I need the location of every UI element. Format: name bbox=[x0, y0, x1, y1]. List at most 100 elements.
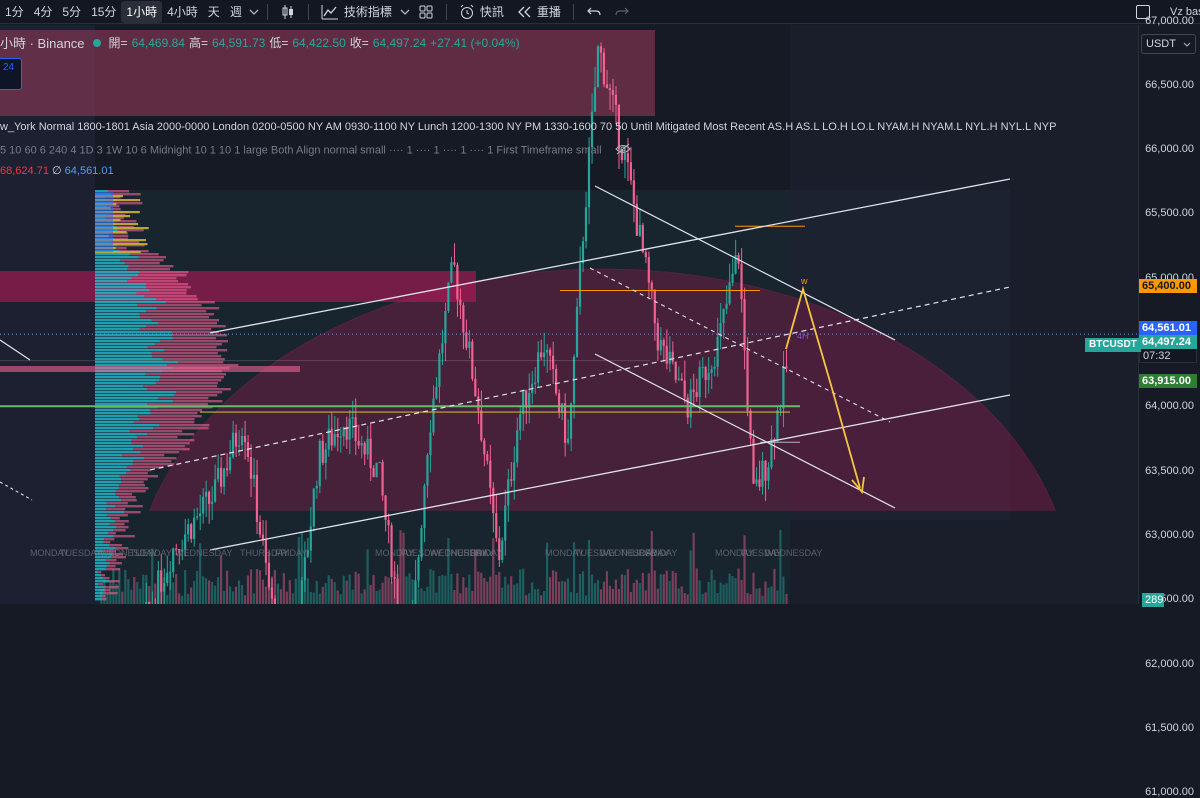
timeframe-1h[interactable]: 1小時 bbox=[121, 0, 163, 23]
symbol-title[interactable]: 小時 · Binance bbox=[0, 33, 85, 52]
volume-bar bbox=[300, 532, 303, 604]
candle-body bbox=[231, 432, 235, 458]
volume-profile-bar bbox=[95, 544, 110, 547]
volume-profile-bar bbox=[95, 439, 132, 442]
candle-body bbox=[674, 361, 677, 380]
candle-body bbox=[213, 479, 217, 502]
candle-body bbox=[489, 460, 492, 488]
volume-profile-bar bbox=[153, 427, 209, 430]
candle-body bbox=[465, 332, 468, 348]
candle-body bbox=[348, 418, 351, 440]
volume-profile-bar bbox=[144, 457, 177, 460]
volume-profile-bar bbox=[95, 469, 131, 472]
volume-bar bbox=[489, 576, 492, 604]
candle-body bbox=[548, 349, 552, 356]
candle-body bbox=[363, 442, 366, 455]
volume-profile-bar bbox=[146, 310, 207, 313]
volume-bar bbox=[773, 568, 776, 604]
volume-profile-bar bbox=[95, 460, 134, 463]
volume-profile-bar bbox=[95, 343, 156, 346]
timeframe-1m[interactable]: 1分 bbox=[0, 1, 29, 23]
volume-bar bbox=[285, 591, 288, 604]
timeframe-indicator-settings[interactable]: 5 10 60 6 240 4 1D 3 1W 10 6 Midnight 10… bbox=[0, 143, 631, 158]
indicators-button[interactable]: 技術指標 bbox=[315, 1, 398, 23]
candle-body bbox=[659, 339, 662, 351]
price-axis[interactable]: 68,500.0068,000.0067,500.0067,000.0066,5… bbox=[1138, 15, 1200, 798]
volume-bar bbox=[731, 575, 734, 604]
volume-bar bbox=[231, 591, 235, 604]
chevron-down-icon[interactable] bbox=[247, 5, 261, 19]
candle-body bbox=[228, 457, 232, 471]
volume-bar bbox=[207, 580, 211, 604]
candle-body bbox=[216, 467, 220, 480]
timeframe-5m[interactable]: 5分 bbox=[57, 1, 86, 23]
volume-bar bbox=[372, 575, 375, 604]
volume-bar bbox=[686, 594, 689, 604]
timeframe-4h[interactable]: 4小時 bbox=[162, 1, 203, 23]
eye-hidden-icon[interactable] bbox=[614, 143, 631, 158]
volume-profile-bar bbox=[95, 328, 140, 331]
volume-profile-bar bbox=[116, 526, 129, 529]
volume-bar bbox=[629, 591, 632, 604]
chart-type-button[interactable] bbox=[274, 1, 302, 23]
timeframe-1w[interactable]: 週 bbox=[225, 1, 247, 23]
candle-body bbox=[519, 414, 522, 431]
price-label-orange: 65,400.00 bbox=[1139, 279, 1197, 293]
volume-bar bbox=[339, 594, 342, 604]
volume-profile-bar bbox=[95, 487, 119, 490]
redo-button[interactable] bbox=[608, 1, 636, 23]
volume-profile-bar bbox=[150, 409, 203, 412]
volume-profile-bar bbox=[95, 484, 120, 487]
chevron-down-icon[interactable] bbox=[398, 5, 412, 19]
volume-bar bbox=[677, 588, 680, 604]
timeframe-4m[interactable]: 4分 bbox=[29, 1, 58, 23]
candle-body bbox=[160, 570, 163, 592]
volume-label: 289 bbox=[1142, 593, 1164, 607]
volume-profile-bar bbox=[95, 415, 138, 418]
volume-bar bbox=[734, 578, 737, 604]
timeframe-1d[interactable]: 天 bbox=[203, 1, 225, 23]
volume-profile-bar bbox=[95, 271, 140, 274]
bar-countdown: 07:32 bbox=[1143, 350, 1171, 362]
volume-bar bbox=[480, 572, 483, 604]
timeframe-15m[interactable]: 15分 bbox=[86, 1, 121, 23]
volume-profile-bar bbox=[124, 511, 141, 514]
volume-profile-bar bbox=[172, 400, 223, 403]
volume-profile-bar bbox=[147, 388, 231, 391]
volume-profile-bar bbox=[121, 499, 137, 502]
volume-profile-bar bbox=[133, 460, 172, 463]
volume-bar bbox=[695, 568, 698, 604]
collapsed-indicator-box[interactable]: 24 bbox=[0, 58, 22, 90]
candle-body bbox=[635, 203, 638, 236]
volume-bar bbox=[390, 581, 393, 604]
chart-pane[interactable]: w 4H MONDAY TUESDAY WEDNESDAY TUESDAY WEDNESDA… bbox=[0, 25, 1138, 604]
volume-bar bbox=[357, 573, 360, 604]
volume-bar bbox=[483, 578, 486, 604]
price-chart[interactable]: w4HMONDAYTUESDAYWEDNESDAYTUESDAY WEDNESDA… bbox=[0, 25, 1138, 604]
day-label: FRIDAY bbox=[275, 548, 307, 558]
volume-bar bbox=[288, 580, 291, 604]
level-indicator[interactable]: 68,624.71 ∅ 64,561.01 bbox=[0, 164, 114, 177]
volume-profile-bar bbox=[158, 397, 209, 400]
replay-button[interactable]: 重播 bbox=[510, 1, 567, 23]
price-tick: 61,500.00 bbox=[1145, 721, 1194, 734]
currency-selector[interactable]: USDT bbox=[1141, 34, 1196, 54]
volume-bar bbox=[554, 571, 558, 604]
volume-profile-bar bbox=[95, 496, 119, 499]
volume-profile-bar bbox=[140, 451, 180, 454]
volume-profile-bar bbox=[119, 475, 159, 478]
undo-button[interactable] bbox=[580, 1, 608, 23]
volume-profile-bar bbox=[95, 478, 122, 481]
volume-profile-bar bbox=[95, 451, 141, 454]
alert-label: 快訊 bbox=[479, 5, 504, 19]
alert-button[interactable]: 快訊 bbox=[453, 1, 510, 23]
volume-profile-bar bbox=[95, 538, 105, 541]
price-tick: 63,000.00 bbox=[1145, 528, 1194, 541]
volume-bar bbox=[641, 573, 644, 604]
volume-profile-bar bbox=[121, 481, 144, 484]
templates-button[interactable] bbox=[412, 1, 440, 23]
volume-profile-bar bbox=[95, 376, 161, 379]
toolbar-divider bbox=[572, 3, 574, 20]
candle-body bbox=[204, 491, 208, 497]
session-indicator-settings[interactable]: w_York Normal 1800-1801 Asia 2000-0000 L… bbox=[0, 121, 1056, 133]
